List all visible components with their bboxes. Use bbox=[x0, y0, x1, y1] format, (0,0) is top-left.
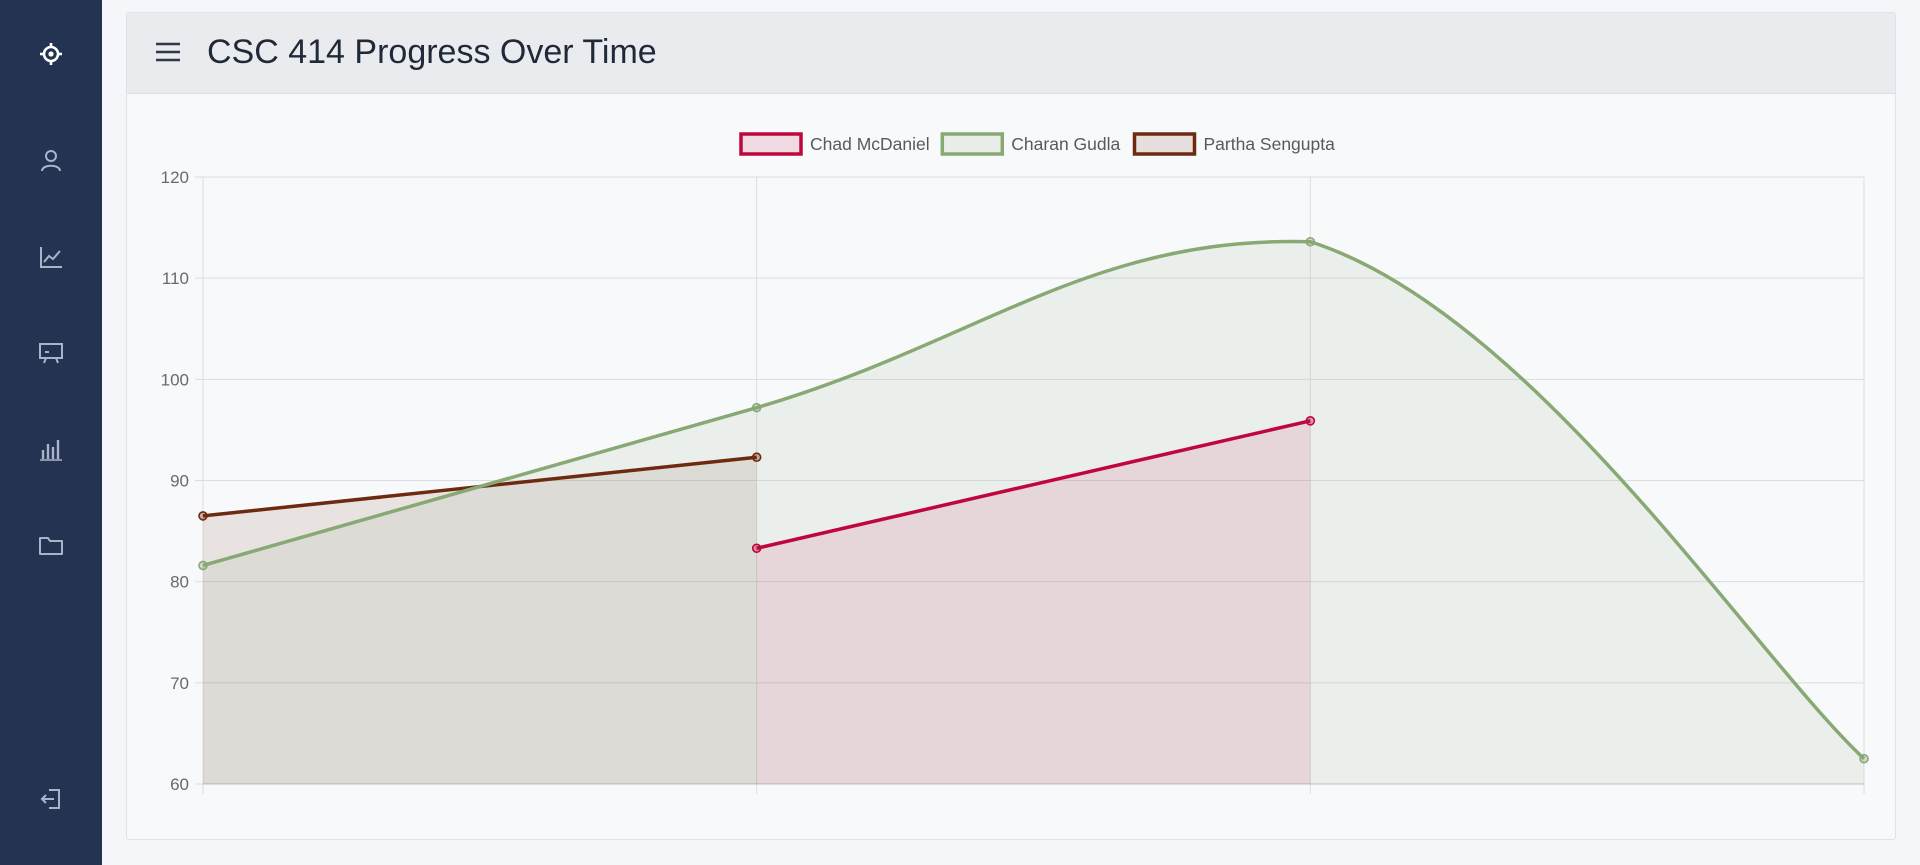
logout-icon[interactable] bbox=[31, 779, 71, 819]
data-point bbox=[1859, 753, 1869, 764]
legend-swatch bbox=[739, 132, 803, 156]
card-header: CSC 414 Progress Over Time bbox=[127, 13, 1895, 94]
chart-area: 60 70 80 90 100 110 120 Chad McDaniel Charan Gud… bbox=[127, 93, 1895, 839]
logout-icon-graphic bbox=[40, 789, 60, 809]
y-tick-label: 100 bbox=[161, 370, 189, 389]
presentation-icon-graphic bbox=[39, 343, 63, 364]
y-tick-label: 60 bbox=[170, 775, 189, 794]
y-tick-label: 70 bbox=[170, 674, 189, 693]
data-point bbox=[751, 452, 762, 463]
folder-icon-graphic bbox=[39, 537, 63, 555]
y-tick-label: 110 bbox=[162, 269, 189, 288]
legend-label: Charan Gudla bbox=[1011, 134, 1120, 154]
legend-label: Chad McDaniel bbox=[810, 134, 930, 154]
target-icon-graphic bbox=[40, 43, 62, 65]
line-chart-icon-graphic bbox=[40, 247, 62, 268]
data-point bbox=[751, 543, 762, 554]
y-tick-label: 120 bbox=[161, 168, 189, 187]
page-title: CSC 414 Progress Over Time bbox=[207, 33, 657, 71]
line-chart: 60 70 80 90 100 110 120 Chad McDaniel Charan Gud… bbox=[161, 132, 1869, 794]
y-tick-label: 90 bbox=[170, 472, 189, 491]
bar-chart-icon-graphic bbox=[40, 440, 62, 461]
presentation-icon[interactable] bbox=[31, 333, 71, 373]
sidebar bbox=[0, 0, 102, 865]
legend-swatch bbox=[1132, 132, 1197, 156]
data-point bbox=[751, 402, 762, 413]
data-point bbox=[198, 560, 208, 571]
data-point bbox=[1305, 236, 1316, 247]
bar-chart-icon[interactable] bbox=[31, 429, 71, 469]
line-chart-icon[interactable] bbox=[31, 237, 71, 277]
legend-swatch bbox=[940, 132, 1005, 156]
menu-toggle-button[interactable] bbox=[153, 37, 183, 67]
y-tick-label: 80 bbox=[170, 573, 189, 592]
data-point bbox=[1305, 416, 1316, 426]
target-icon[interactable] bbox=[31, 34, 71, 74]
user-icon-graphic bbox=[41, 150, 61, 172]
chart-card: CSC 414 Progress Over Time 60 70 80 90 100 11… bbox=[126, 12, 1896, 840]
data-point bbox=[198, 511, 208, 521]
legend-label: Partha Sengupta bbox=[1204, 134, 1336, 154]
hamburger-icon bbox=[156, 42, 180, 62]
folder-icon[interactable] bbox=[31, 525, 71, 565]
user-icon[interactable] bbox=[31, 141, 71, 181]
